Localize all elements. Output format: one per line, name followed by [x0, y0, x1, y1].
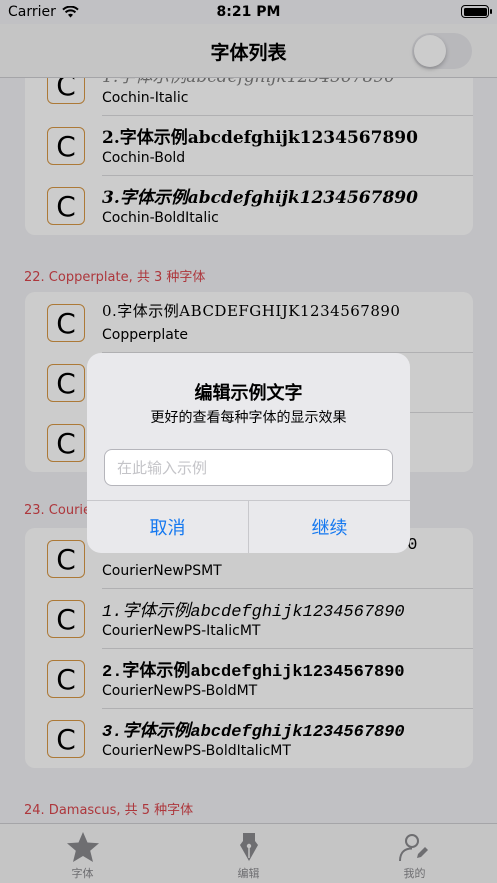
dialog-title: 编辑示例文字: [194, 383, 303, 404]
cancel-button[interactable]: 取消: [87, 500, 248, 553]
continue-button[interactable]: 继续: [249, 500, 410, 553]
sample-text-input[interactable]: [104, 449, 393, 486]
dialog-message: 更好的查看每种字体的显示效果: [150, 410, 347, 426]
edit-sample-dialog: 编辑示例文字 更好的查看每种字体的显示效果 取消 继续: [87, 353, 410, 553]
